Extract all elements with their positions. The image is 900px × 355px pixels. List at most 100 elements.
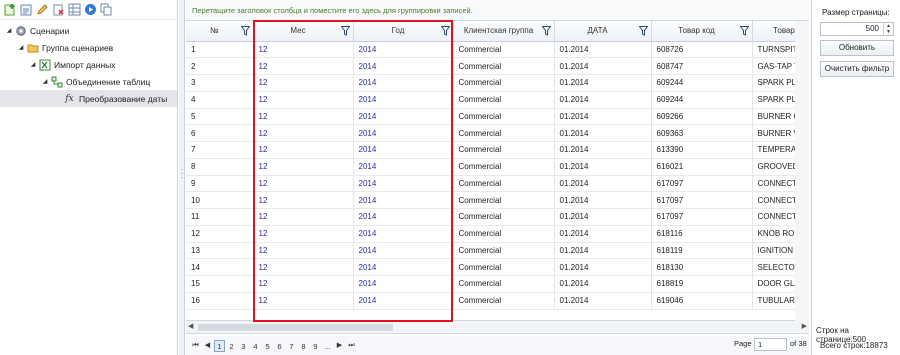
- expand-arrow-icon[interactable]: ◢: [5, 27, 13, 34]
- table-cell[interactable]: Commercial: [453, 175, 555, 193]
- table-row[interactable]: 11 12 2014 Commercial 01.2014 617097 CONNECTI: [186, 208, 809, 226]
- table-cell[interactable]: 8: [186, 158, 254, 176]
- page-number-button[interactable]: 9: [310, 340, 321, 352]
- page-number-button[interactable]: 6: [274, 340, 285, 352]
- table-cell[interactable]: 2014: [353, 275, 454, 293]
- table-cell[interactable]: 2014: [353, 258, 454, 276]
- table-cell[interactable]: 01.2014: [554, 242, 652, 260]
- table-cell[interactable]: 2014: [353, 225, 454, 243]
- group-by-area[interactable]: Перетащите заголовок столбца и поместите…: [186, 0, 809, 21]
- table-cell[interactable]: 2014: [353, 292, 454, 310]
- page-number-button[interactable]: ...: [322, 340, 333, 352]
- table-cell[interactable]: 11: [186, 208, 254, 226]
- delete-icon[interactable]: [52, 3, 65, 16]
- table-cell[interactable]: 7: [186, 141, 254, 159]
- table-cell[interactable]: 01.2014: [554, 225, 652, 243]
- table-cell[interactable]: 2014: [353, 74, 454, 92]
- table-cell[interactable]: 609244: [651, 91, 753, 109]
- tree-node-scenarios[interactable]: ◢ Сценарии: [0, 22, 177, 39]
- table-cell[interactable]: 12: [253, 275, 354, 293]
- table-cell[interactable]: Commercial: [453, 258, 555, 276]
- table-row[interactable]: 10 12 2014 Commercial 01.2014 617097 CONNECTI: [186, 191, 809, 209]
- table-cell[interactable]: 2014: [353, 141, 454, 159]
- table-row[interactable]: 16 12 2014 Commercial 01.2014 619046 TUBULAR I: [186, 292, 809, 310]
- page-number-button[interactable]: 3: [238, 340, 249, 352]
- table-cell[interactable]: 618130: [651, 258, 753, 276]
- table-row[interactable]: 1 12 2014 Commercial 01.2014 608726 TURNSPIT: [186, 41, 809, 59]
- prev-page-icon[interactable]: ◀: [202, 340, 213, 352]
- table-cell[interactable]: 12: [253, 74, 354, 92]
- table-cell[interactable]: 609266: [651, 108, 753, 126]
- table-cell[interactable]: 609244: [651, 74, 753, 92]
- table-cell[interactable]: 01.2014: [554, 158, 652, 176]
- table-cell[interactable]: 12: [186, 225, 254, 243]
- tree-node-merge-tables[interactable]: ◢ Объединение таблиц: [0, 73, 177, 90]
- table-cell[interactable]: 01.2014: [554, 191, 652, 209]
- table-cell[interactable]: Commercial: [453, 242, 555, 260]
- page-number-button[interactable]: 8: [298, 340, 309, 352]
- page-number-button[interactable]: 2: [226, 340, 237, 352]
- table-cell[interactable]: Commercial: [453, 74, 555, 92]
- table-cell[interactable]: 12: [253, 225, 354, 243]
- add-scenario-icon[interactable]: [4, 3, 17, 16]
- table-cell[interactable]: 01.2014: [554, 108, 652, 126]
- table-cell[interactable]: 2014: [353, 175, 454, 193]
- expand-arrow-icon[interactable]: ◢: [41, 78, 49, 85]
- table-cell[interactable]: 12: [253, 191, 354, 209]
- table-cell[interactable]: 613390: [651, 141, 753, 159]
- copy-icon[interactable]: [100, 3, 113, 16]
- first-page-icon[interactable]: ⏮: [190, 340, 201, 352]
- table-cell[interactable]: 2: [186, 57, 254, 75]
- run-icon[interactable]: [84, 3, 97, 16]
- table-cell[interactable]: 12: [253, 242, 354, 260]
- scrollbar-thumb[interactable]: [198, 324, 393, 331]
- table-row[interactable]: 5 12 2014 Commercial 01.2014 609266 BURNER C: [186, 108, 809, 126]
- expand-arrow-icon[interactable]: ◢: [29, 61, 37, 68]
- table-cell[interactable]: 2014: [353, 242, 454, 260]
- table-row[interactable]: 4 12 2014 Commercial 01.2014 609244 SPARK PLU: [186, 91, 809, 109]
- tree-node-scenario-group[interactable]: ◢ Группа сценариев: [0, 39, 177, 56]
- table-cell[interactable]: 10: [186, 191, 254, 209]
- table-row[interactable]: 3 12 2014 Commercial 01.2014 609244 SPARK PLU: [186, 74, 809, 92]
- table-cell[interactable]: Commercial: [453, 225, 555, 243]
- page-number-button[interactable]: 5: [262, 340, 273, 352]
- filter-icon[interactable]: [240, 26, 250, 36]
- table-row[interactable]: 8 12 2014 Commercial 01.2014 616021 GROOVED: [186, 158, 809, 176]
- table-cell[interactable]: 01.2014: [554, 141, 652, 159]
- filter-icon[interactable]: [340, 26, 350, 36]
- splitter-grip-icon[interactable]: · · ·: [180, 166, 184, 182]
- table-cell[interactable]: 2014: [353, 91, 454, 109]
- page-size-spinner[interactable]: 500 ▲ ▼: [820, 22, 894, 36]
- table-row[interactable]: 12 12 2014 Commercial 01.2014 618116 KNOB ROS: [186, 225, 809, 243]
- table-cell[interactable]: 12: [253, 108, 354, 126]
- table-cell[interactable]: 618119: [651, 242, 753, 260]
- table-cell[interactable]: 619046: [651, 292, 753, 310]
- table-cell[interactable]: 01.2014: [554, 258, 652, 276]
- table-cell[interactable]: Commercial: [453, 41, 555, 59]
- table-row[interactable]: 7 12 2014 Commercial 01.2014 613390 TEMPERAT: [186, 141, 809, 159]
- table-cell[interactable]: Commercial: [453, 108, 555, 126]
- table-cell[interactable]: 12: [253, 41, 354, 59]
- table-row[interactable]: 13 12 2014 Commercial 01.2014 618119 IGNITION …: [186, 242, 809, 260]
- table-cell[interactable]: Commercial: [453, 275, 555, 293]
- table-cell[interactable]: 12: [253, 91, 354, 109]
- table-cell[interactable]: 609363: [651, 124, 753, 142]
- page-number-button[interactable]: 1: [214, 339, 225, 352]
- table-cell[interactable]: 01.2014: [554, 208, 652, 226]
- table-row[interactable]: 14 12 2014 Commercial 01.2014 618130 SELECTOR: [186, 258, 809, 276]
- table-cell[interactable]: Commercial: [453, 158, 555, 176]
- table-cell[interactable]: 13: [186, 242, 254, 260]
- table-cell[interactable]: 616021: [651, 158, 753, 176]
- table-cell[interactable]: Commercial: [453, 57, 555, 75]
- table-cell[interactable]: 618819: [651, 275, 753, 293]
- table-cell[interactable]: 2014: [353, 57, 454, 75]
- table-cell[interactable]: 1: [186, 41, 254, 59]
- table-cell[interactable]: 16: [186, 292, 254, 310]
- last-page-icon[interactable]: ⏭: [346, 340, 357, 352]
- table-cell[interactable]: 4: [186, 91, 254, 109]
- table-cell[interactable]: 2014: [353, 124, 454, 142]
- table-cell[interactable]: 2014: [353, 41, 454, 59]
- table-cell[interactable]: Commercial: [453, 141, 555, 159]
- table-row[interactable]: 6 12 2014 Commercial 01.2014 609363 BURNER V: [186, 124, 809, 142]
- table-cell[interactable]: 2014: [353, 108, 454, 126]
